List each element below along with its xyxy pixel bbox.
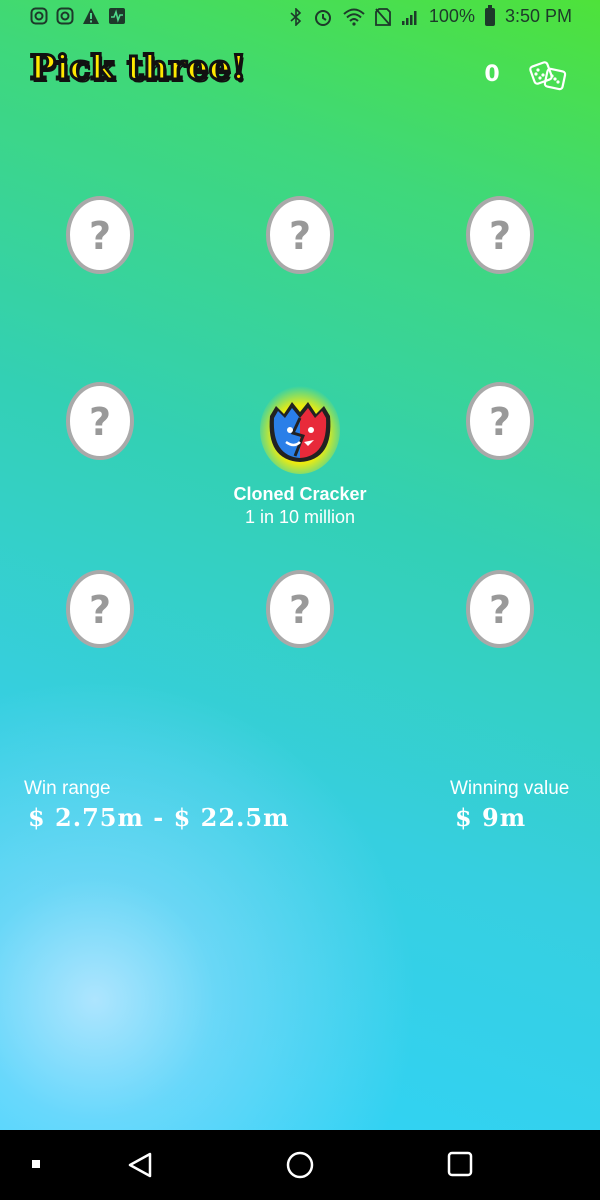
mystery-egg-icon[interactable]: ? xyxy=(65,378,135,460)
battery-percent: 100% xyxy=(428,6,475,26)
no-sim-icon xyxy=(375,7,391,26)
score-counter[interactable]: 0 xyxy=(480,62,504,88)
mystery-egg-icon[interactable]: ? xyxy=(465,566,535,648)
win-range-label: Win range xyxy=(24,778,111,799)
mystery-egg-icon[interactable]: ? xyxy=(65,566,135,648)
featured-egg-odds: 1 in 10 million xyxy=(244,507,356,527)
win-range-value: $ 2.75m - $ 22.5m xyxy=(28,803,290,832)
page-title: Pick three! xyxy=(29,47,248,90)
mystery-egg-icon[interactable]: ? xyxy=(65,192,135,274)
svg-text:?: ? xyxy=(489,588,511,632)
featured-egg-name: Cloned Cracker xyxy=(233,484,367,504)
svg-text:?: ? xyxy=(89,588,111,632)
overview-icon[interactable] xyxy=(446,1150,474,1178)
instagram-icon xyxy=(56,7,74,25)
activity-icon xyxy=(109,8,125,24)
winning-value-label: Winning value xyxy=(450,778,570,799)
winning-value: $ 9m xyxy=(455,803,527,832)
clock: 3:50 PM xyxy=(504,6,572,26)
alarm-icon xyxy=(314,9,331,26)
system-status: 100% 3:50 PM xyxy=(289,4,572,27)
instagram-icon xyxy=(30,7,48,25)
status-bar: 100% 3:50 PM xyxy=(0,0,600,36)
warning-icon xyxy=(83,8,99,24)
svg-text:?: ? xyxy=(89,400,111,444)
notification-icons xyxy=(30,7,126,25)
home-icon[interactable] xyxy=(285,1150,315,1180)
navigation-bar xyxy=(0,1130,600,1200)
svg-text:?: ? xyxy=(289,588,311,632)
svg-text:?: ? xyxy=(489,214,511,258)
svg-text:?: ? xyxy=(289,214,311,258)
svg-text:?: ? xyxy=(89,214,111,258)
bluetooth-icon xyxy=(290,7,302,26)
recents-dot-icon[interactable] xyxy=(30,1158,42,1170)
svg-text:?: ? xyxy=(489,400,511,444)
dice-icon[interactable] xyxy=(528,58,568,92)
mystery-egg-icon[interactable]: ? xyxy=(465,192,535,274)
back-icon[interactable] xyxy=(126,1150,156,1180)
mystery-egg-icon[interactable]: ? xyxy=(265,566,335,648)
mystery-egg-icon[interactable]: ? xyxy=(265,192,335,274)
battery-icon xyxy=(484,4,495,26)
mystery-egg-icon[interactable]: ? xyxy=(465,378,535,460)
signal-icon xyxy=(401,10,417,25)
wifi-icon xyxy=(343,8,365,26)
cloned-cracker-egg-icon[interactable] xyxy=(260,378,340,474)
